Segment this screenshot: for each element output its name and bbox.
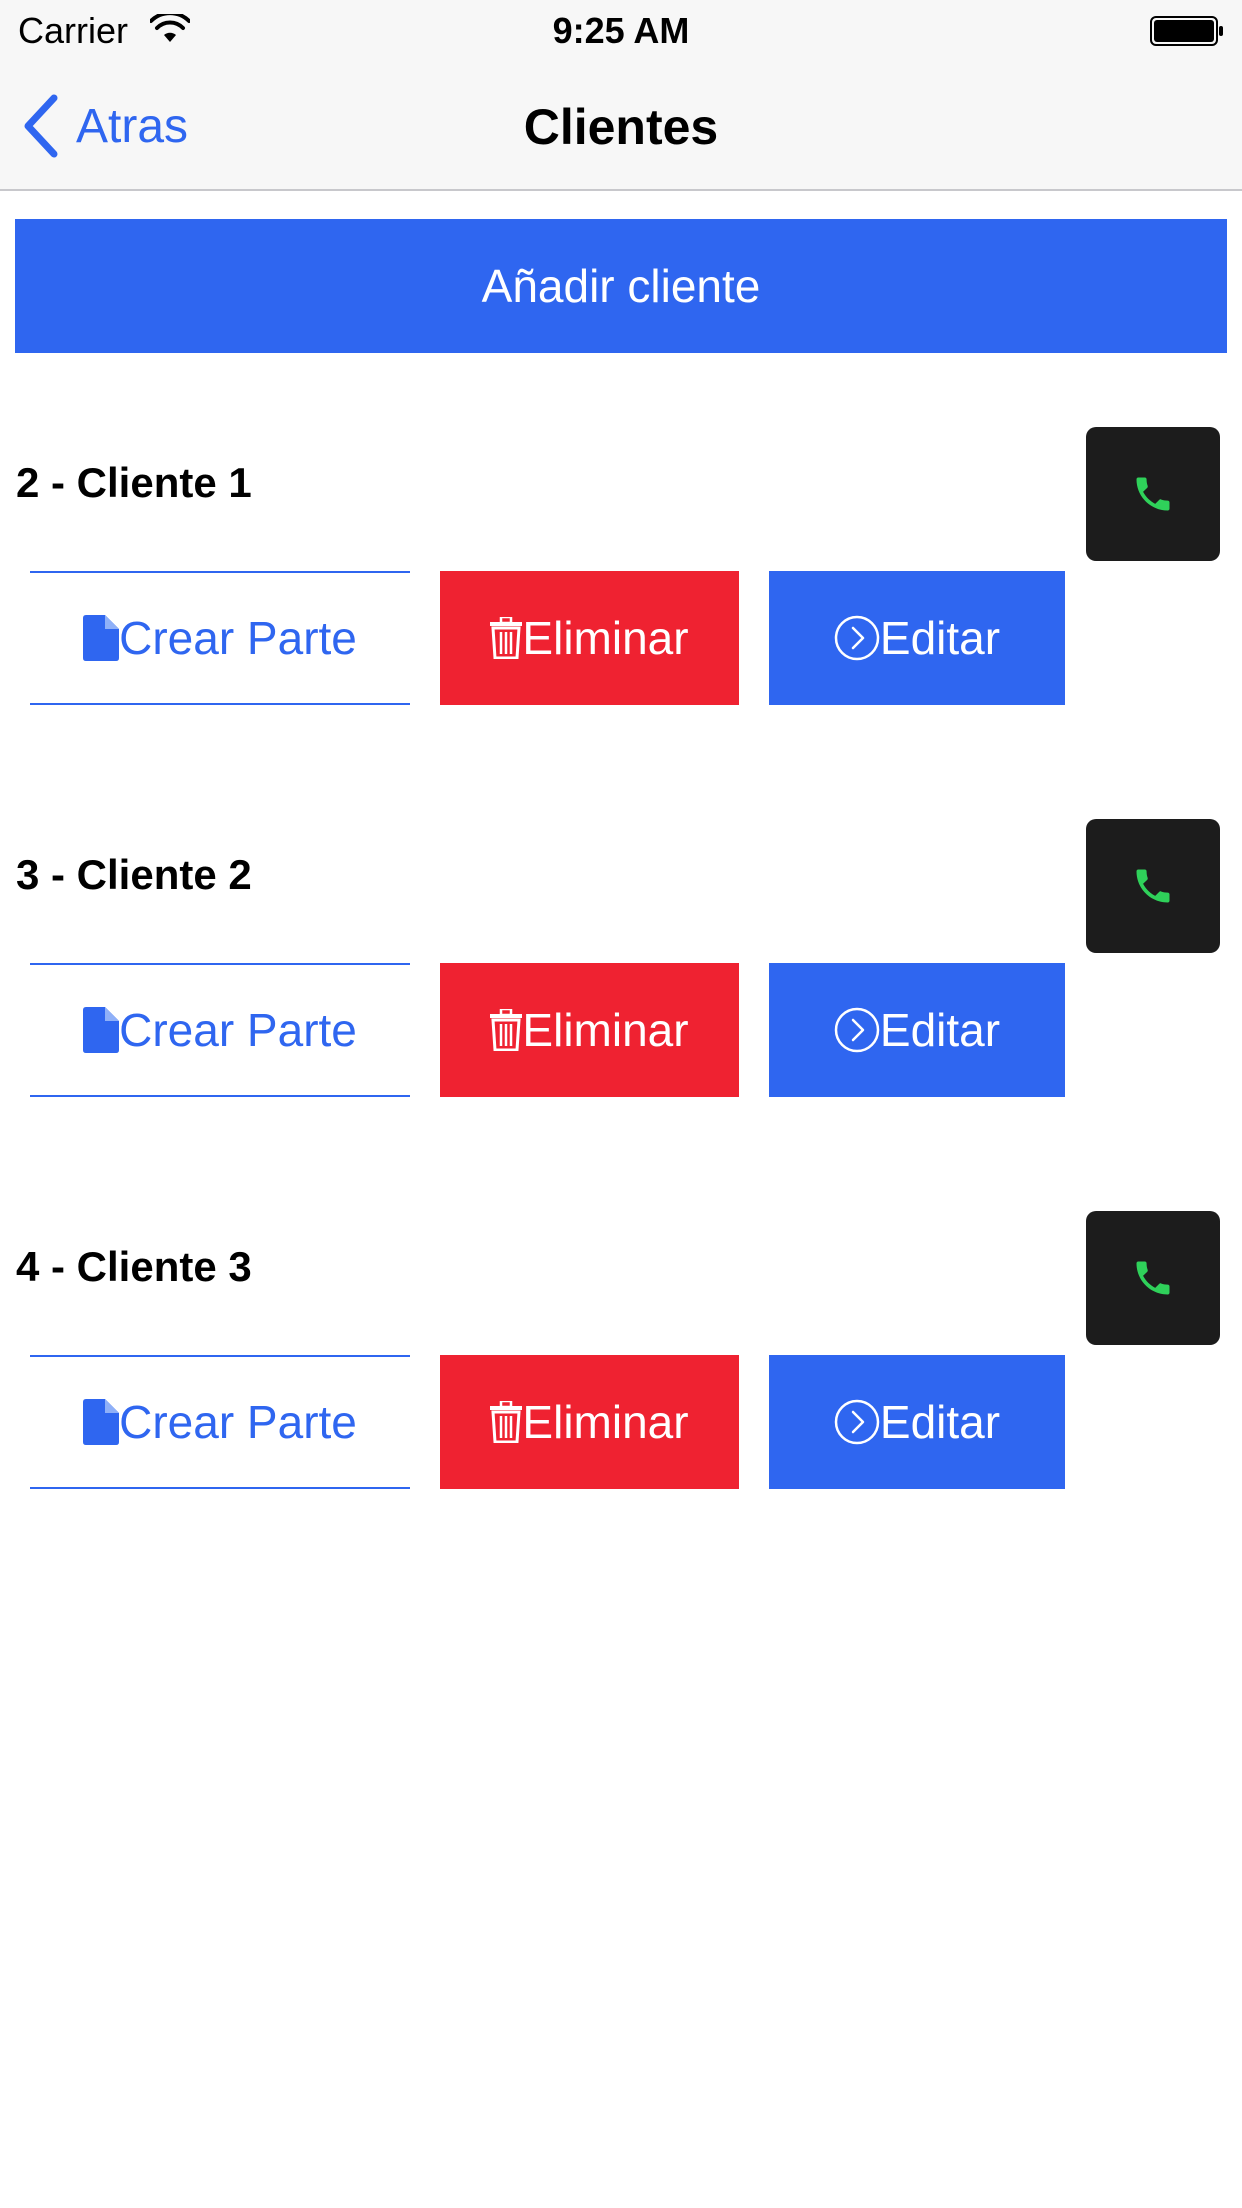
crear-parte-label: Crear Parte	[119, 612, 357, 664]
editar-button[interactable]: Editar	[769, 1355, 1065, 1489]
editar-label: Editar	[879, 1396, 1001, 1448]
status-time: 9:25 AM	[552, 10, 690, 51]
eliminar-button[interactable]: Eliminar	[440, 1355, 739, 1489]
top-bar: Carrier 9:25 AM Atras Clientes	[0, 0, 1242, 191]
editar-button[interactable]: Editar	[769, 571, 1065, 705]
editar-button[interactable]: Editar	[769, 963, 1065, 1097]
app-screen: Carrier 9:25 AM Atras Clientes Añadir cl…	[0, 0, 1242, 2208]
trash-icon	[490, 1009, 523, 1051]
crear-parte-label: Crear Parte	[119, 1396, 357, 1448]
chevron-circle-right-icon	[834, 615, 880, 661]
eliminar-label: Eliminar	[522, 1396, 689, 1448]
call-button[interactable]	[1086, 819, 1220, 953]
client-row: 2 - Cliente 1 Crear Parte Eliminar Edita…	[0, 427, 1242, 759]
page-title: Clientes	[523, 99, 719, 155]
client-name: 3 - Cliente 2	[16, 851, 252, 898]
editar-label: Editar	[879, 612, 1001, 664]
document-icon	[83, 615, 120, 661]
phone-icon	[1136, 1261, 1170, 1295]
battery-icon	[1150, 16, 1223, 46]
add-client-button[interactable]: Añadir cliente	[15, 219, 1227, 353]
call-button[interactable]	[1086, 1211, 1220, 1345]
call-button[interactable]	[1086, 427, 1220, 561]
phone-icon	[1136, 477, 1170, 511]
crear-parte-button[interactable]: Crear Parte	[30, 571, 410, 705]
client-row: 3 - Cliente 2 Crear Parte Eliminar Edita…	[0, 819, 1242, 1151]
eliminar-label: Eliminar	[522, 612, 689, 664]
crear-parte-label: Crear Parte	[119, 1004, 357, 1056]
document-icon	[83, 1399, 120, 1445]
trash-icon	[490, 1401, 523, 1443]
client-name: 2 - Cliente 1	[16, 459, 252, 506]
eliminar-label: Eliminar	[522, 1004, 689, 1056]
crear-parte-button[interactable]: Crear Parte	[30, 1355, 410, 1489]
document-icon	[83, 1007, 120, 1053]
eliminar-button[interactable]: Eliminar	[440, 571, 739, 705]
client-name: 4 - Cliente 3	[16, 1243, 252, 1290]
chevron-circle-right-icon	[834, 1399, 880, 1445]
editar-label: Editar	[879, 1004, 1001, 1056]
trash-icon	[490, 617, 523, 659]
eliminar-button[interactable]: Eliminar	[440, 963, 739, 1097]
client-row: 4 - Cliente 3 Crear Parte Eliminar Edita…	[0, 1211, 1242, 1543]
chevron-circle-right-icon	[834, 1007, 880, 1053]
phone-icon	[1136, 869, 1170, 903]
crear-parte-button[interactable]: Crear Parte	[30, 963, 410, 1097]
